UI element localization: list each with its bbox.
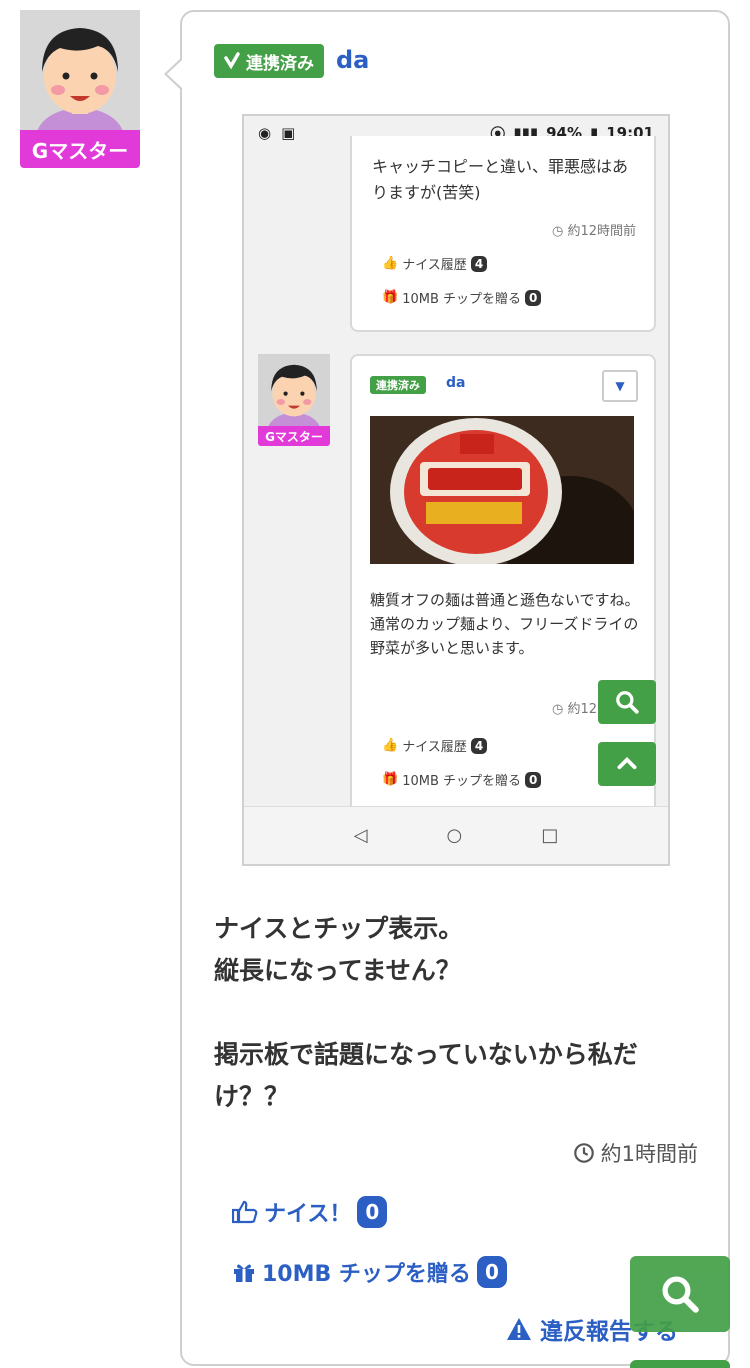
tip-count: 0 [476, 1256, 507, 1288]
avatar[interactable] [20, 10, 140, 130]
gift-icon [234, 1264, 254, 1282]
previous-nice-history: 👍 ナイス履歴 4 [382, 254, 488, 273]
search-icon [662, 1276, 699, 1313]
noodle-photo [370, 416, 634, 564]
scroll-top-fab[interactable] [630, 1360, 730, 1368]
post-body: ナイスとチップ表示。 縦長になってません？ 掲示板で話題になっていないから私だけ… [214, 914, 638, 1111]
post-card: 連携済み da ◉ ▣ ⦿ ▮▮▮ 94% ▮ 19:01 キャッチコピーと違い… [180, 10, 730, 1366]
attached-screenshot[interactable]: ◉ ▣ ⦿ ▮▮▮ 94% ▮ 19:01 キャッチコピーと違い、罪悪感はありま… [242, 114, 670, 866]
recents-icon: □ [541, 825, 559, 846]
android-nav-bar: ◁ ○ □ [244, 806, 668, 864]
search-fab[interactable] [630, 1256, 730, 1332]
inner-author-name: da [446, 375, 466, 391]
inner-avatar-block: Gマスター [258, 354, 330, 448]
nice-count: 0 [357, 1196, 388, 1228]
linked-badge: 連携済み [214, 44, 324, 78]
avatar-illustration [20, 10, 140, 130]
inner-linked-badge: 連携済み [370, 376, 426, 394]
chevron-down-icon: ▼ [602, 370, 638, 402]
author-name-link[interactable]: da [336, 46, 369, 74]
inner-rank-badge: Gマスター [258, 426, 330, 446]
inner-avatar-illustration [258, 354, 330, 426]
status-app-icon: ◉ [258, 124, 272, 142]
noodle-photo-image [370, 416, 634, 564]
previous-tip: 🎁 10MB チップを贈る 0 [382, 288, 542, 307]
search-icon [616, 691, 639, 714]
thumbs-up-icon [232, 1200, 258, 1224]
post-timestamp: 約1時間前 [573, 1138, 698, 1168]
inner-search-fab [598, 680, 656, 724]
card-pointer-fill [167, 60, 182, 88]
tip-button[interactable]: 10MB チップを贈る 0 [232, 1256, 507, 1288]
home-icon: ○ [446, 825, 463, 846]
thumbs-up-icon: 👍 [382, 256, 399, 271]
back-icon: ◁ [353, 825, 368, 846]
previous-reply-text: キャッチコピーと違い、罪悪感はありますが(苦笑) [372, 157, 629, 202]
inner-nice-history: 👍 ナイス履歴 4 [382, 736, 488, 755]
inner-scroll-top-fab [598, 742, 656, 786]
author-avatar-block[interactable]: Gマスター [20, 10, 140, 168]
previous-reply-time: ◷ 約12時間前 [551, 224, 636, 239]
linked-label: 連携済み [246, 53, 314, 74]
thumbs-up-icon: 👍 [382, 738, 399, 753]
rank-badge: Gマスター [20, 130, 140, 168]
clock-icon: ◷ [551, 224, 564, 239]
status-image-icon: ▣ [281, 124, 296, 142]
gift-icon: 🎁 [382, 772, 399, 787]
clock-icon: ◷ [551, 702, 564, 717]
nice-button[interactable]: ナイス！ 0 [232, 1196, 388, 1228]
check-icon [224, 52, 240, 70]
warning-icon [507, 1318, 531, 1340]
chevron-up-icon [617, 756, 637, 770]
previous-reply-card: キャッチコピーと違い、罪悪感はありますが(苦笑) ◷ 約12時間前 👍 ナイス履… [350, 136, 656, 332]
inner-tip: 🎁 10MB チップを贈る 0 [382, 770, 542, 789]
clock-icon [573, 1143, 594, 1163]
inner-avatar [258, 354, 330, 426]
inner-post-text: 糖質オフの麺は普通と遜色ないですね。 通常のカップ麺より、フリーズドライの野菜が… [370, 591, 640, 657]
gift-icon: 🎁 [382, 290, 399, 305]
